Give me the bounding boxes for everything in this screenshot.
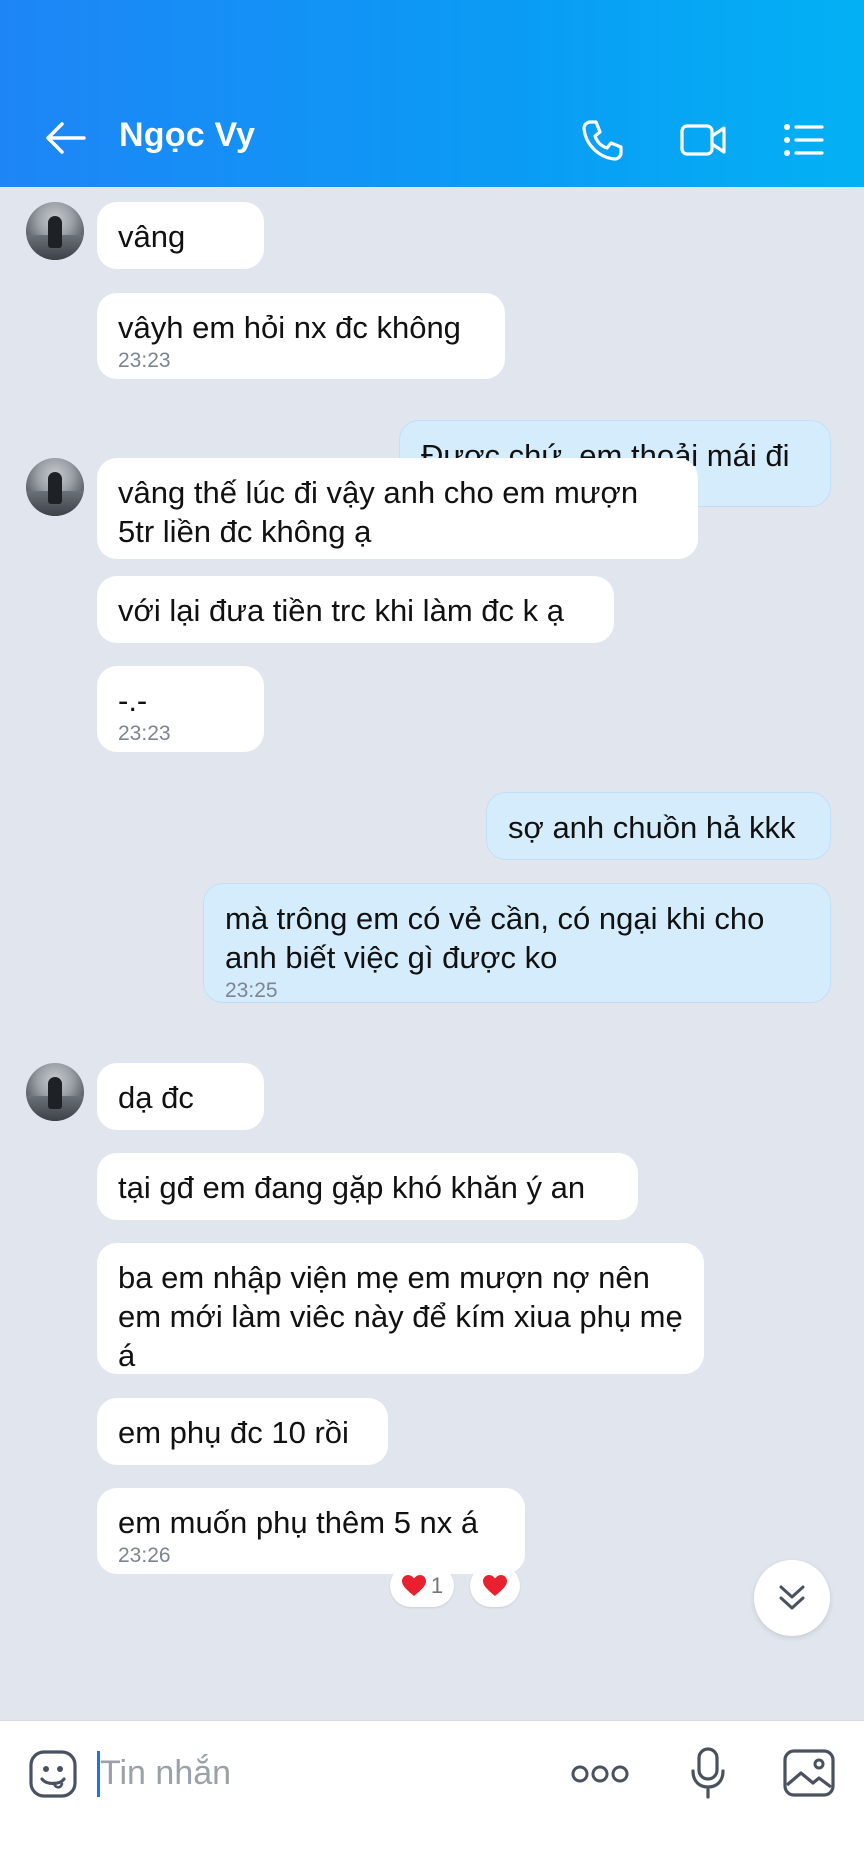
message-text: -.- bbox=[118, 683, 148, 718]
voice-message-button[interactable] bbox=[690, 1747, 726, 1799]
message-list[interactable]: vâng vâyh em hỏi nx đc không 23:23 Được … bbox=[0, 187, 864, 1720]
video-call-icon bbox=[680, 124, 726, 156]
message-text: tại gđ em đang gặp khó khăn ý an bbox=[118, 1170, 586, 1205]
reaction-summary[interactable]: 1 bbox=[390, 1565, 454, 1607]
more-icon bbox=[571, 1765, 629, 1783]
contact-name[interactable]: Ngọc Vy bbox=[119, 116, 255, 155]
message-input[interactable] bbox=[100, 1747, 520, 1799]
message-bubble-incoming[interactable]: ba em nhập viện mẹ em mượn nợ nên em mới… bbox=[97, 1243, 704, 1374]
message-text: sợ anh chuồn hả kkk bbox=[508, 810, 796, 845]
heart-icon bbox=[401, 1575, 426, 1596]
message-text: dạ đc bbox=[118, 1080, 194, 1115]
message-bubble-outgoing[interactable]: sợ anh chuồn hả kkk bbox=[486, 792, 831, 860]
message-time: 23:26 bbox=[118, 1544, 171, 1567]
video-call-button[interactable] bbox=[680, 118, 726, 162]
options-menu-button[interactable] bbox=[782, 118, 826, 162]
back-arrow-icon bbox=[46, 122, 86, 154]
message-composer bbox=[0, 1720, 864, 1872]
message-text: với lại đưa tiền trc khi làm đc k ạ bbox=[118, 593, 564, 628]
message-text: vâng bbox=[118, 219, 186, 254]
avatar[interactable] bbox=[26, 458, 84, 516]
react-button[interactable] bbox=[470, 1565, 520, 1607]
message-text: em phụ đc 10 rồi bbox=[118, 1415, 349, 1450]
message-text: vâng thế lúc đi vậy anh cho em mượn 5tr … bbox=[118, 475, 639, 549]
sticker-icon bbox=[29, 1750, 77, 1798]
send-image-button[interactable] bbox=[783, 1749, 835, 1797]
message-text: vâyh em hỏi nx đc không bbox=[118, 310, 461, 345]
message-bubble-incoming[interactable]: vâng thế lúc đi vậy anh cho em mượn 5tr … bbox=[97, 458, 698, 559]
reaction-count: 1 bbox=[430, 1573, 444, 1598]
avatar[interactable] bbox=[26, 1063, 84, 1121]
voice-call-button[interactable] bbox=[580, 118, 624, 162]
scroll-to-bottom-button[interactable] bbox=[754, 1560, 830, 1636]
message-text: em muốn phụ thêm 5 nx á bbox=[118, 1505, 479, 1540]
message-text: ba em nhập viện mẹ em mượn nợ nên em mới… bbox=[118, 1260, 683, 1373]
back-button[interactable] bbox=[44, 118, 88, 158]
more-options-button[interactable] bbox=[570, 1759, 630, 1789]
heart-icon bbox=[483, 1575, 507, 1596]
message-bubble-incoming[interactable]: vâyh em hỏi nx đc không 23:23 bbox=[97, 293, 505, 379]
message-time: 23:25 bbox=[225, 979, 278, 1002]
avatar[interactable] bbox=[26, 202, 84, 260]
message-text: mà trông em có vẻ cần, có ngại khi cho a… bbox=[225, 901, 765, 975]
sticker-button[interactable] bbox=[28, 1749, 78, 1799]
chat-header: Ngọc Vy bbox=[0, 0, 864, 187]
list-menu-icon bbox=[784, 124, 824, 156]
message-time: 23:23 bbox=[118, 722, 171, 745]
message-bubble-incoming[interactable]: -.- 23:23 bbox=[97, 666, 264, 752]
message-bubble-outgoing[interactable]: mà trông em có vẻ cần, có ngại khi cho a… bbox=[203, 883, 831, 1003]
message-time: 23:23 bbox=[118, 349, 171, 372]
microphone-icon bbox=[691, 1747, 725, 1799]
message-bubble-incoming[interactable]: tại gđ em đang gặp khó khăn ý an bbox=[97, 1153, 638, 1220]
message-bubble-incoming[interactable]: dạ đc bbox=[97, 1063, 264, 1130]
message-bubble-incoming[interactable]: vâng bbox=[97, 202, 264, 269]
message-bubble-incoming[interactable]: em phụ đc 10 rồi bbox=[97, 1398, 388, 1465]
double-chevron-down-icon bbox=[779, 1585, 805, 1610]
message-bubble-incoming[interactable]: em muốn phụ thêm 5 nx á 23:26 bbox=[97, 1488, 525, 1574]
phone-icon bbox=[582, 120, 623, 161]
message-bubble-incoming[interactable]: với lại đưa tiền trc khi làm đc k ạ bbox=[97, 576, 614, 643]
image-icon bbox=[783, 1749, 835, 1797]
